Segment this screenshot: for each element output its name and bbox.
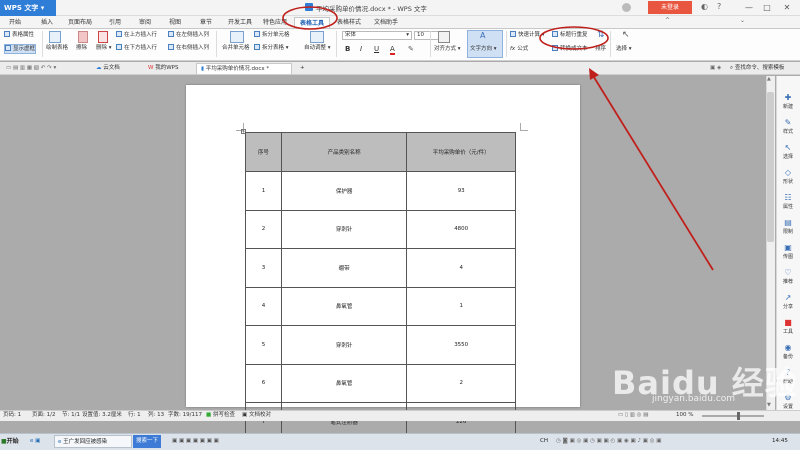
zoom-slider[interactable] <box>702 415 764 417</box>
style-icon: ✎ <box>784 118 792 127</box>
image-icon: ▣ <box>784 243 792 252</box>
sidebar-item-recommend[interactable]: ♡ 推荐 <box>776 268 800 286</box>
sidebar-label: 限制 <box>782 229 793 235</box>
sidebar-label: 形状 <box>782 179 793 185</box>
sidebar-label: 传图 <box>782 254 793 260</box>
annotation-circle-repeat-header <box>539 26 609 50</box>
sidebar-label: 属性 <box>782 204 793 210</box>
spell-check-label: 拼写检查 <box>212 412 235 418</box>
annotation-arrow <box>591 73 714 271</box>
zoom-level[interactable]: 100 % <box>676 411 693 420</box>
status-word-count[interactable]: 字数: 19/117 <box>168 411 202 420</box>
sidebar-label: 工具 <box>782 329 793 335</box>
sidebar-item-upload-image[interactable]: ▣ 传图 <box>776 243 800 261</box>
status-section: 节: 1/1 <box>62 412 80 418</box>
zoom-slider-thumb[interactable] <box>737 412 740 420</box>
recommend-icon: ♡ <box>784 268 792 277</box>
sidebar-item-restrict[interactable]: ▤ 限制 <box>776 218 800 236</box>
shape-icon: ◇ <box>784 168 792 177</box>
status-setting: 设置值: 3.2厘米 <box>82 412 122 418</box>
proofread-icon: ▣ <box>242 412 248 418</box>
quicklaunch-icons[interactable]: e ▣ <box>30 435 52 448</box>
annotation-circle-table-tools <box>282 6 338 30</box>
sidebar-item-share[interactable]: ↗ 分享 <box>776 293 800 311</box>
taskbar-app-icons[interactable]: ▣ ▣ ▣ ▣ ▣ ▣ ▣ <box>172 435 268 448</box>
sidebar-item-properties[interactable]: ☷ 属性 <box>776 193 800 211</box>
start-label: 开始 <box>6 438 19 445</box>
system-tray-icons[interactable]: ◷ ◙ ▣ ◎ ▣ ◷ ▣ ▣ ◴ ▣ ◉ ▣ ♪ ▣ ◎ ▣ <box>556 435 766 448</box>
sidebar-item-new[interactable]: ✚ 新建 <box>776 93 800 111</box>
baidu-watermark-url: jingyan.baidu.com <box>652 394 736 404</box>
proofread-label: 文档校对 <box>248 412 271 418</box>
new-icon: ✚ <box>784 93 792 102</box>
sidebar-label: 选择 <box>782 154 793 160</box>
browser-icon: e <box>58 439 62 445</box>
status-pages: 页面: 1/2 <box>32 412 56 418</box>
sidebar-label: 样式 <box>782 129 793 135</box>
sidebar-label: 分享 <box>782 304 793 310</box>
language-indicator[interactable]: CH <box>540 435 548 448</box>
share-icon: ↗ <box>784 293 792 302</box>
status-column: 列: 13 <box>148 412 165 418</box>
clock: 14:45 <box>772 438 788 444</box>
sidebar-item-tools[interactable]: ■ 工具 <box>776 318 800 336</box>
spell-check-icon: ■ <box>206 412 212 418</box>
sidebar-label: 新建 <box>782 104 793 110</box>
status-page-number: 页码: 1 <box>3 412 22 418</box>
backup-icon: ◉ <box>784 343 792 352</box>
toolbox-icon: ■ <box>784 318 792 327</box>
properties-icon: ☷ <box>784 193 792 202</box>
sidebar-label: 推荐 <box>782 279 793 285</box>
status-row: 行: 1 <box>128 412 141 418</box>
proofread-button[interactable]: ▣ 文档校对 <box>242 411 271 420</box>
sidebar-item-styles[interactable]: ✎ 样式 <box>776 118 800 136</box>
taskbar-item-browser[interactable]: e 王广发回应被感染 <box>54 435 132 448</box>
scrollbar-thumb[interactable] <box>767 92 774 242</box>
scroll-up-arrow[interactable]: ▲ <box>767 76 771 82</box>
taskbar-search-button[interactable]: 搜索一下 <box>133 435 161 448</box>
view-mode-buttons[interactable]: ▭ ▯ ▥ ◎ ▤ <box>618 411 648 420</box>
taskbar-item-label: 王广发回应被感染 <box>63 439 108 445</box>
select-icon: ↖ <box>784 143 792 152</box>
spell-check-toggle[interactable]: ■ 拼写检查 <box>206 411 235 420</box>
sidebar-item-select[interactable]: ↖ 选择 <box>776 143 800 161</box>
start-button[interactable]: ■开始 <box>1 435 25 448</box>
sidebar-item-shapes[interactable]: ◇ 形状 <box>776 168 800 186</box>
lock-icon: ▤ <box>784 218 792 227</box>
